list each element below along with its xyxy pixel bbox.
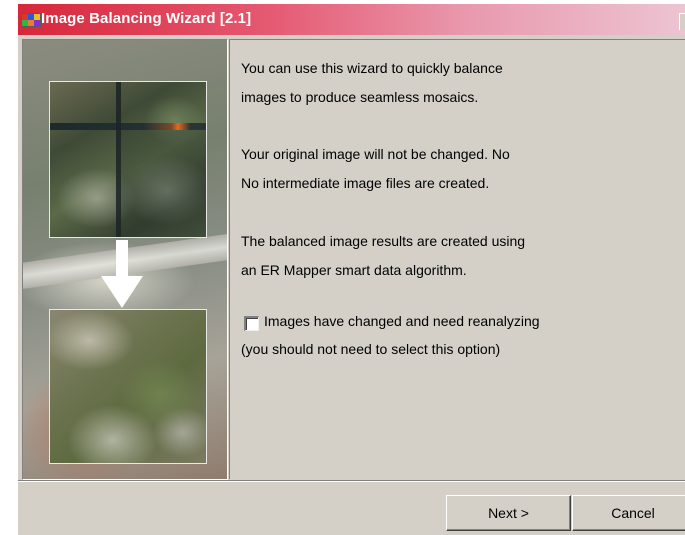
footer-divider [18,480,685,482]
title-bar-button[interactable] [679,13,685,30]
after-mosaic-image [49,309,207,464]
arrow-down-icon [101,240,143,308]
before-tile-shade [121,130,206,237]
before-mosaic-image [49,81,207,238]
wizard-window: Image Balancing Wizard [2.1] You can use… [18,4,685,535]
app-icon [21,13,41,27]
original-text: Your original image will not be changed.… [241,140,510,198]
content-panel: You can use this wizard to quickly balan… [229,39,685,479]
intro-text: You can use this wizard to quickly balan… [241,54,503,112]
reanalyze-checkbox-label[interactable]: Images have changed and need reanalyzing [264,313,540,329]
window-title: Image Balancing Wizard [2.1] [41,10,252,27]
intro-line-2: images to produce seamless mosaics. [241,89,479,105]
reanalyze-note: (you should not need to select this opti… [241,341,501,357]
algorithm-line-1: The balanced image results are created u… [241,233,526,249]
algorithm-text: The balanced image results are created u… [241,227,525,285]
reanalyze-checkbox[interactable] [244,316,259,331]
original-line-2: No intermediate image files are created. [241,175,490,191]
intro-line-1: You can use this wizard to quickly balan… [241,60,503,76]
next-button[interactable]: Next > [446,495,571,531]
cancel-button[interactable]: Cancel [572,495,685,531]
title-bar[interactable]: Image Balancing Wizard [2.1] [18,4,685,35]
original-line-1: Your original image will not be changed.… [241,146,510,162]
before-seam-horizontal [50,123,206,130]
algorithm-line-2: an ER Mapper smart data algorithm. [241,262,467,278]
image-panel [22,39,228,480]
